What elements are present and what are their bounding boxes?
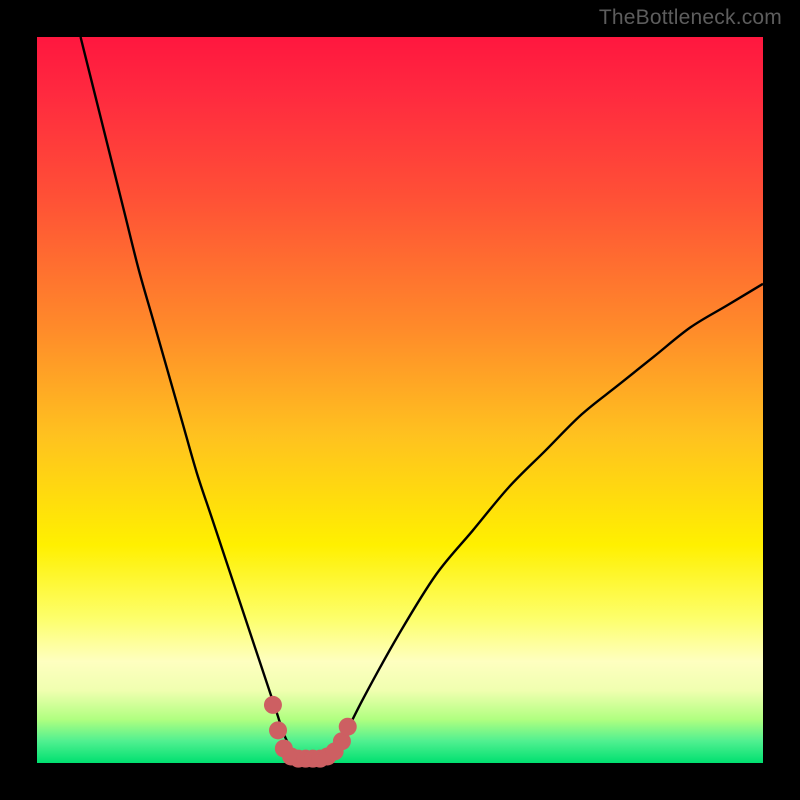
valley-marker-group (264, 696, 357, 768)
watermark-text: TheBottleneck.com (599, 6, 782, 30)
valley-marker (264, 696, 282, 714)
valley-marker (339, 718, 357, 736)
valley-marker (269, 721, 287, 739)
bottleneck-curve (81, 37, 763, 764)
chart-svg (37, 37, 763, 763)
chart-frame: TheBottleneck.com (0, 0, 800, 800)
plot-area (37, 37, 763, 763)
